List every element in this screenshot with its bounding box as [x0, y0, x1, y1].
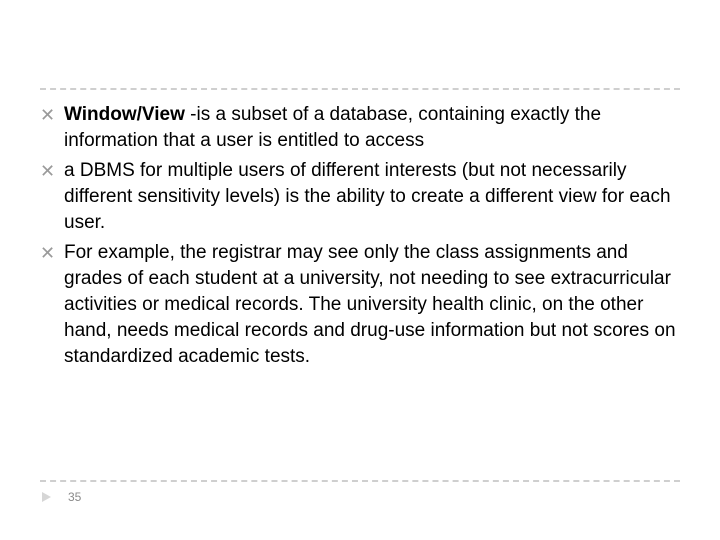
- list-item-text: Window/View -is a subset of a database, …: [64, 102, 680, 154]
- list-item: ✕ a DBMS for multiple users of different…: [40, 158, 680, 236]
- list-item: ✕ For example, the registrar may see onl…: [40, 240, 680, 370]
- divider-top: [40, 88, 680, 90]
- list-item-bold-lead: Window/View: [64, 104, 190, 125]
- divider-bottom: [40, 480, 680, 482]
- page-arrow-icon: [42, 492, 51, 502]
- bullet-list: ✕ Window/View -is a subset of a database…: [40, 102, 680, 370]
- list-item-text: a DBMS for multiple users of different i…: [64, 158, 680, 236]
- list-item-rest: a DBMS for multiple users of different i…: [64, 160, 671, 233]
- bullet-marker-icon: ✕: [40, 102, 64, 128]
- list-item: ✕ Window/View -is a subset of a database…: [40, 102, 680, 154]
- page-number: 35: [68, 490, 81, 504]
- list-item-text: For example, the registrar may see only …: [64, 240, 680, 370]
- list-item-rest: For example, the registrar may see only …: [64, 242, 676, 367]
- bullet-marker-icon: ✕: [40, 158, 64, 184]
- slide: ✕ Window/View -is a subset of a database…: [0, 0, 720, 540]
- bullet-marker-icon: ✕: [40, 240, 64, 266]
- content-area: ✕ Window/View -is a subset of a database…: [40, 102, 680, 470]
